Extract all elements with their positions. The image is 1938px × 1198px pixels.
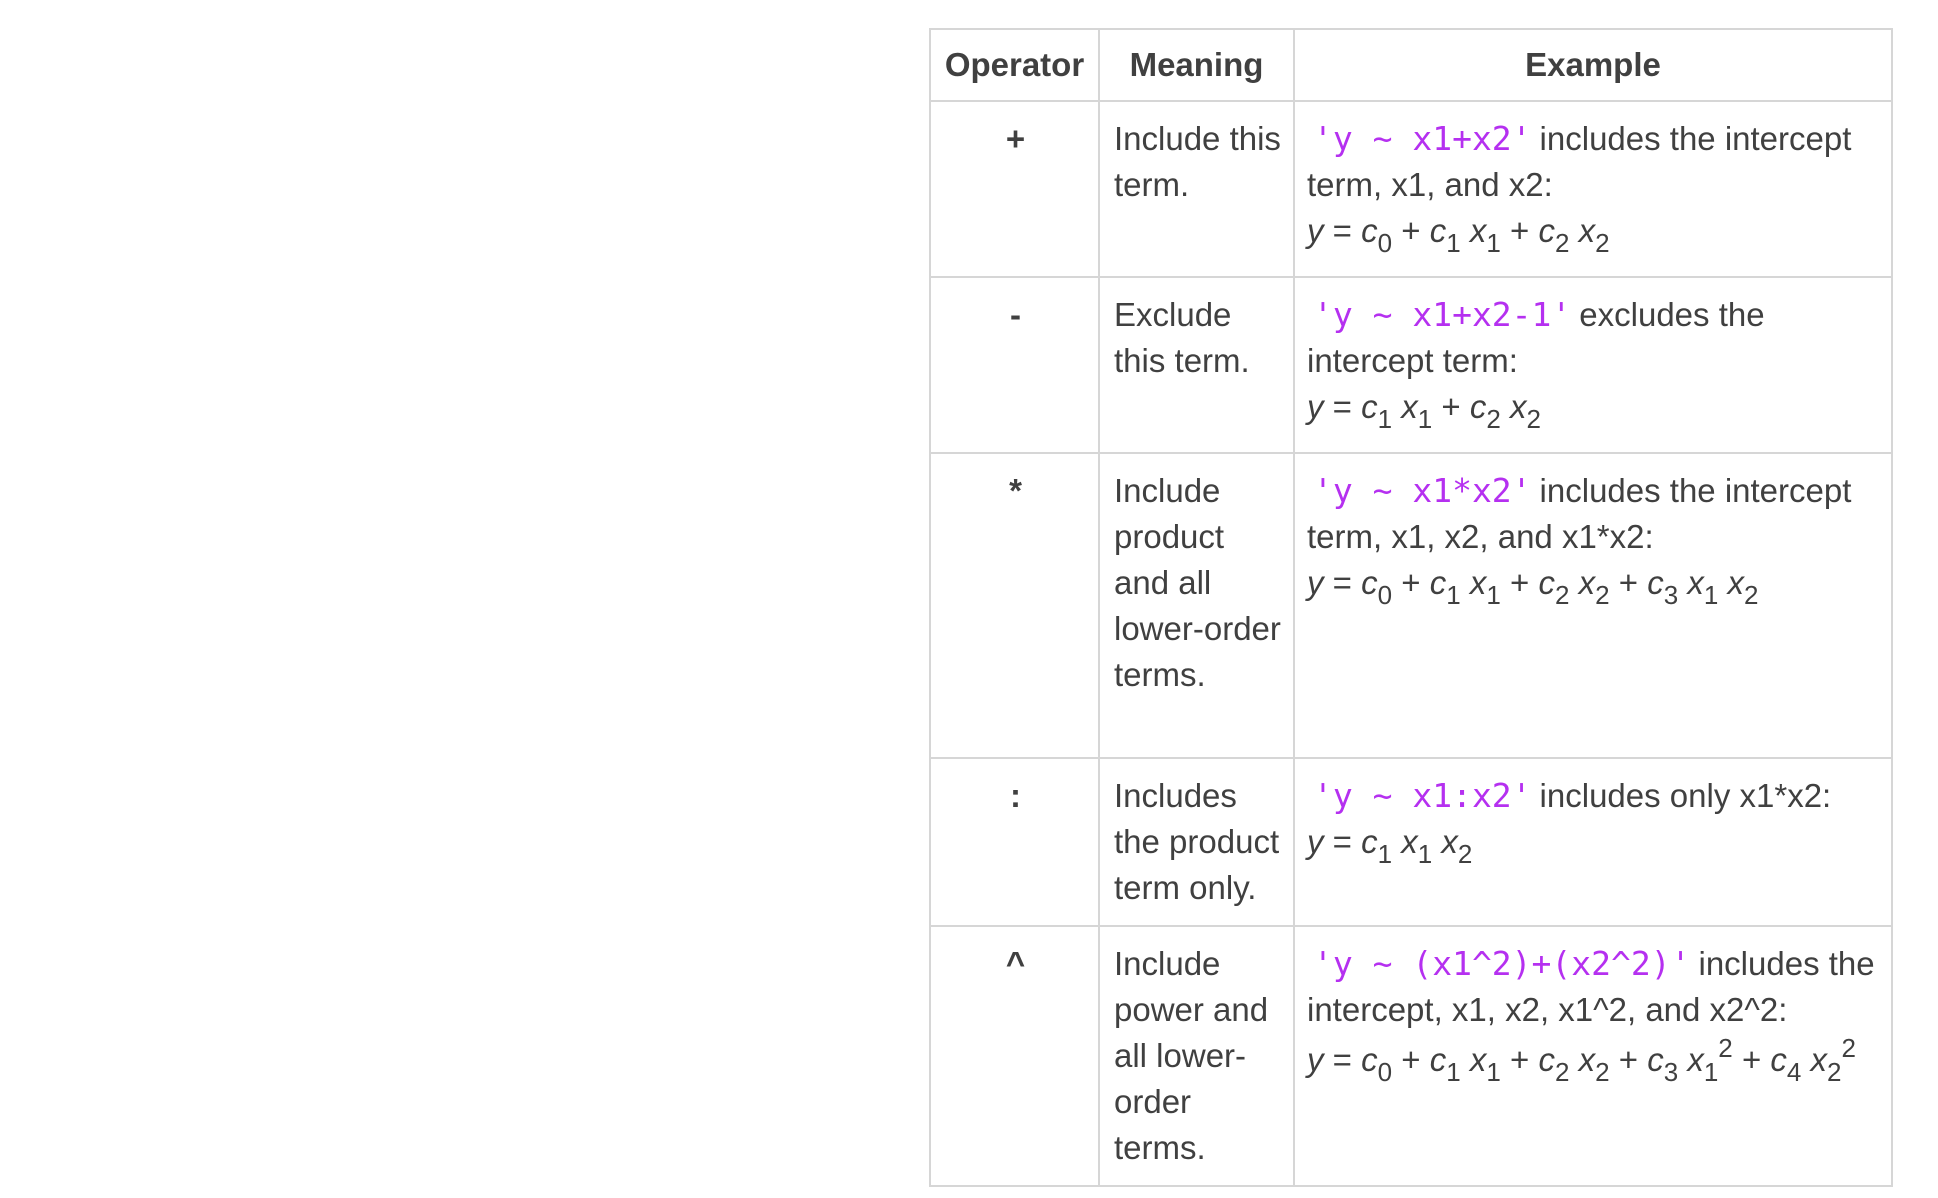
formula-code: 'y ~ x1+x2' [1313,119,1532,158]
formula-code: 'y ~ x1:x2' [1313,776,1532,815]
meaning-cell: Include product and all lower-order term… [1098,452,1295,759]
table-row: * Include product and all lower-order te… [929,452,1893,759]
example-cell: 'y ~ x1+x2' includes the intercept term, … [1293,100,1893,278]
table-row: + Include this term. 'y ~ x1+x2' includes… [929,100,1893,278]
example-description: includes only x1*x2: [1539,777,1832,814]
example-cell: 'y ~ x1*x2' includes the intercept term, … [1293,452,1893,759]
header-meaning: Meaning [1098,28,1295,102]
example-cell: 'y ~ x1:x2' includes only x1*x2: y = c1 x… [1293,757,1893,927]
meaning-cell: Include this term. [1098,100,1295,278]
equation: y = c0 + c1 x1 + c2 x2 [1307,212,1610,258]
meaning-cell: Includes the product term only. [1098,757,1295,927]
table-row: : Includes the product term only. 'y ~ x… [929,757,1893,927]
equation: y = c0 + c1 x1 + c2 x2 + c3 x12 + c4 x22 [1307,1033,1856,1087]
operator-cell: - [929,276,1100,454]
operators-table: Operator Meaning Example + Include this … [929,28,1893,1187]
meaning-cell: Exclude this term. [1098,276,1295,454]
table-row: - Exclude this term. 'y ~ x1+x2-1' exclud… [929,276,1893,454]
operator-cell: + [929,100,1100,278]
header-example: Example [1293,28,1893,102]
meaning-cell: Include power and all lower-order terms. [1098,925,1295,1187]
equation: y = c1 x1 + c2 x2 [1307,388,1541,434]
equation: y = c1 x1 x2 [1307,823,1473,869]
formula-code: 'y ~ x1+x2-1' [1313,295,1572,334]
operator-cell: * [929,452,1100,759]
example-cell: 'y ~ x1+x2-1' excludes the intercept term… [1293,276,1893,454]
equation: y = c0 + c1 x1 + c2 x2 + c3 x1 x2 [1307,564,1759,610]
formula-code: 'y ~ (x1^2)+(x2^2)' [1313,944,1691,983]
operator-cell: ^ [929,925,1100,1187]
formula-code: 'y ~ x1*x2' [1313,471,1532,510]
example-cell: 'y ~ (x1^2)+(x2^2)' includes the intercep… [1293,925,1893,1187]
table-header-row: Operator Meaning Example [929,28,1893,102]
table-row: ^ Include power and all lower-order term… [929,925,1893,1187]
operator-cell: : [929,757,1100,927]
header-operator: Operator [929,28,1100,102]
